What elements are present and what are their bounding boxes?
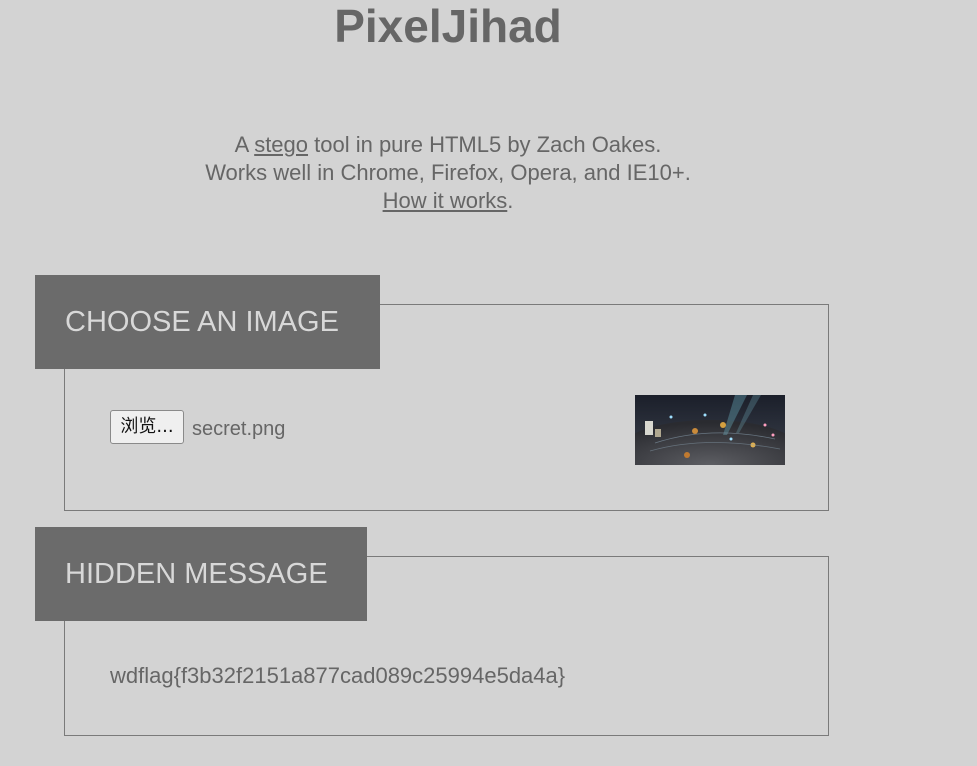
tagline-line-3: How it works. — [0, 187, 896, 215]
image-preview-thumbnail — [635, 395, 785, 465]
hidden-message-text: wdflag{f3b32f2151a877cad089c25994e5da4a} — [110, 663, 566, 688]
selected-file-name: secret.png — [192, 418, 286, 440]
tagline-prefix: A — [234, 132, 255, 157]
tagline-author: tool in pure HTML5 by Zach Oakes. — [308, 132, 662, 157]
page-title: PixelJihad — [334, 0, 562, 52]
choose-image-header: CHOOSE AN IMAGE — [35, 275, 380, 369]
tagline-line-2: Works well in Chrome, Firefox, Opera, an… — [205, 160, 691, 185]
hidden-message-header: HIDDEN MESSAGE — [35, 527, 367, 621]
tagline-line-1: A stego tool in pure HTML5 by Zach Oakes… — [0, 131, 896, 159]
tagline-period: . — [507, 188, 514, 213]
browse-button[interactable]: 浏览... — [110, 410, 184, 444]
how-it-works-link[interactable]: How it works — [383, 188, 508, 213]
stego-link[interactable]: stego — [254, 132, 308, 157]
tagline: A stego tool in pure HTML5 by Zach Oakes… — [0, 131, 896, 215]
